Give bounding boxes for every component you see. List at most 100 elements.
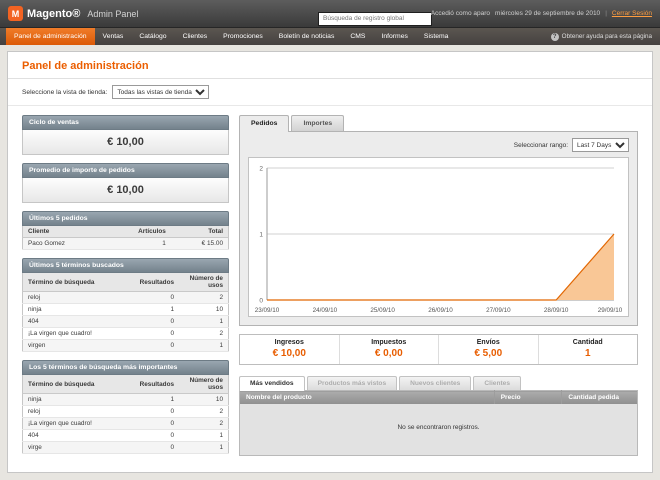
stat-value: € 0,00: [340, 348, 439, 359]
dashboard-tab[interactable]: Importes: [291, 115, 344, 131]
last-search-terms-box: Últimos 5 términos buscados Término de b…: [22, 258, 229, 352]
column-header: Cantidad pedida: [562, 391, 638, 405]
empty-message: No se encontraron registros.: [240, 404, 638, 456]
box-title: Últimos 5 pedidos: [22, 211, 229, 226]
dashboard-left-column: Ciclo de ventas € 10,00 Promedio de impo…: [22, 115, 229, 462]
stat-label: Ingresos: [240, 339, 339, 346]
stat-cell: Impuestos € 0,00: [339, 335, 439, 364]
svg-text:25/09/10: 25/09/10: [370, 307, 395, 314]
chart-tabs: PedidosImportes: [239, 115, 638, 131]
dashboard-columns: Ciclo de ventas € 10,00 Promedio de impo…: [8, 106, 652, 472]
store-view-switcher: Seleccione la vista de tienda: Todas las…: [8, 79, 652, 106]
nav-item[interactable]: CMS: [342, 28, 373, 45]
logged-in-text: Accedió como aparo: [431, 10, 490, 17]
store-view-label: Seleccione la vista de tienda:: [22, 89, 107, 96]
nav-item[interactable]: Panel de administración: [6, 28, 95, 45]
magento-logo-icon: M: [8, 6, 23, 21]
top-search-terms-box: Los 5 términos de búsqueda más important…: [22, 360, 229, 454]
column-header: Cliente: [23, 226, 126, 238]
column-header: Término de búsqueda: [23, 375, 130, 394]
products-table: Nombre del productoPrecioCantidad pedida…: [239, 390, 638, 456]
svg-text:0: 0: [259, 297, 263, 304]
table-row[interactable]: 40401: [23, 316, 229, 328]
lifetime-sales-value: € 10,00: [22, 130, 229, 155]
svg-text:28/09/10: 28/09/10: [544, 307, 569, 314]
grid-tab[interactable]: Nuevos clientes: [399, 376, 471, 390]
top-search-table: Término de búsquedaResultadosNúmero de u…: [22, 375, 229, 454]
dashboard-main-column: PedidosImportes Seleccionar rango: Last …: [239, 115, 638, 456]
box-title: Ciclo de ventas: [22, 115, 229, 130]
range-label: Seleccionar rango:: [514, 142, 568, 149]
svg-text:29/09/10: 29/09/10: [598, 307, 623, 314]
nav-item[interactable]: Promociones: [215, 28, 271, 45]
average-orders-box: Promedio de importe de pedidos € 10,00: [22, 163, 229, 203]
grid-tab[interactable]: Más vendidos: [239, 376, 305, 391]
nav-item[interactable]: Boletín de noticias: [271, 28, 343, 45]
logo-subtitle: Admin Panel: [87, 9, 138, 19]
nav-item[interactable]: Catálogo: [131, 28, 174, 45]
svg-text:1: 1: [259, 231, 263, 238]
page-help-link[interactable]: ? Obtener ayuda para esta página: [551, 28, 652, 45]
column-header: Nombre del producto: [240, 391, 495, 405]
svg-text:24/09/10: 24/09/10: [313, 307, 338, 314]
column-header: Resultados: [130, 375, 179, 394]
range-selector-row: Seleccionar rango: Last 7 Days: [248, 138, 629, 152]
column-header: Total: [171, 226, 229, 238]
main-navigation: Panel de administraciónVentasCatálogoCli…: [0, 28, 660, 45]
content-area: Panel de administración Seleccione la vi…: [7, 51, 653, 473]
magento-logo: M Magento® Admin Panel: [8, 6, 138, 21]
nav-item[interactable]: Ventas: [95, 28, 132, 45]
table-row[interactable]: Paco Gomez1€ 15.00: [23, 238, 229, 250]
table-row[interactable]: ¡La virgen que cuadro!02: [23, 328, 229, 340]
lifetime-sales-box: Ciclo de ventas € 10,00: [22, 115, 229, 155]
stat-cell: Ingresos € 10,00: [240, 335, 339, 364]
table-row[interactable]: ninja110: [23, 304, 229, 316]
page-title: Panel de administración: [8, 52, 652, 79]
grid-tabs: Más vendidosProductos más vistosNuevos c…: [239, 376, 638, 390]
svg-text:2: 2: [259, 165, 263, 172]
range-select[interactable]: Last 7 Days: [572, 138, 629, 152]
average-orders-value: € 10,00: [22, 178, 229, 203]
stat-label: Envíos: [439, 339, 538, 346]
column-header: Artículos: [126, 226, 171, 238]
grid-tab[interactable]: Productos más vistos: [307, 376, 398, 390]
last-orders-table: ClienteArtículosTotalPaco Gomez1€ 15.00: [22, 226, 229, 250]
stat-value: € 5,00: [439, 348, 538, 359]
stat-cell: Cantidad 1: [538, 335, 638, 364]
nav-item[interactable]: Sistema: [416, 28, 457, 45]
table-row[interactable]: ninja110: [23, 394, 229, 406]
global-search-input[interactable]: [318, 12, 432, 26]
last-orders-box: Últimos 5 pedidos ClienteArtículosTotalP…: [22, 211, 229, 250]
svg-text:27/09/10: 27/09/10: [486, 307, 511, 314]
grid-tab[interactable]: Clientes: [473, 376, 521, 390]
column-header: Precio: [494, 391, 562, 405]
current-date: miércoles 29 de septiembre de 2010: [495, 10, 600, 17]
orders-chart: 0 1 2 23/09/10 24/09/10 25/09/10 26/09/10 27/09…: [248, 157, 629, 317]
column-header: Término de búsqueda: [23, 273, 130, 292]
totals-bar: Ingresos € 10,00Impuestos € 0,00Envíos € 5,…: [239, 334, 638, 365]
header-user-area: Accedió como aparo miércoles 29 de septi…: [431, 0, 652, 27]
nav-item[interactable]: Informes: [373, 28, 415, 45]
help-icon: ?: [551, 33, 559, 41]
logout-link[interactable]: Cerrar Sesión: [612, 10, 652, 17]
svg-text:23/09/10: 23/09/10: [255, 307, 280, 314]
stat-label: Impuestos: [340, 339, 439, 346]
table-row[interactable]: 40401: [23, 430, 229, 442]
box-title: Los 5 términos de búsqueda más important…: [22, 360, 229, 375]
empty-row: No se encontraron registros.: [240, 404, 638, 456]
stat-value: 1: [539, 348, 638, 359]
table-row[interactable]: virgen01: [23, 340, 229, 352]
stat-label: Cantidad: [539, 339, 638, 346]
table-row[interactable]: ¡La virgen que cuadro!02: [23, 418, 229, 430]
chart-panel: Seleccionar rango: Last 7 Days 0 1 2 23/09/…: [239, 131, 638, 326]
table-row[interactable]: reloj02: [23, 406, 229, 418]
svg-text:26/09/10: 26/09/10: [428, 307, 453, 314]
store-view-select[interactable]: Todas las vistas de tienda: [112, 85, 209, 99]
dashboard-tab[interactable]: Pedidos: [239, 115, 289, 132]
stat-value: € 10,00: [240, 348, 339, 359]
column-header: Número de usos: [179, 375, 228, 394]
table-row[interactable]: reloj02: [23, 292, 229, 304]
column-header: Número de usos: [179, 273, 228, 292]
table-row[interactable]: virge01: [23, 442, 229, 454]
nav-item[interactable]: Clientes: [175, 28, 216, 45]
